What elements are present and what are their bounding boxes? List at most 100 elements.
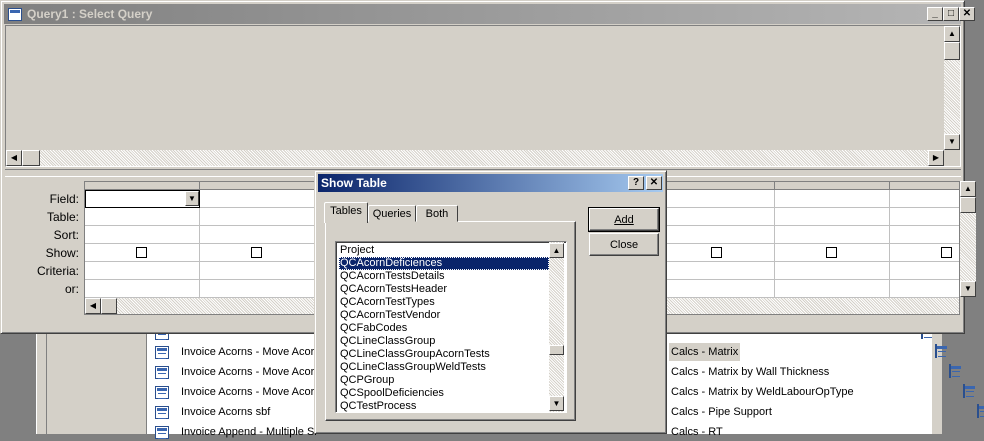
scroll-thumb[interactable] (960, 197, 976, 213)
add-button[interactable]: Add (588, 207, 660, 232)
list-item[interactable]: QCLineClassGroupAcornTests (339, 348, 549, 361)
sort-cell[interactable] (660, 226, 775, 244)
database-objects-bar (46, 334, 146, 434)
table-cell[interactable] (660, 208, 775, 226)
table-cell[interactable] (890, 208, 959, 226)
scroll-right-button[interactable]: ▶ (928, 150, 944, 166)
list-item[interactable]: QCLineClassGroup (339, 335, 549, 348)
show-checkbox[interactable] (136, 247, 147, 258)
scroll-thumb[interactable] (101, 298, 117, 314)
scroll-left-button[interactable]: ◀ (6, 150, 22, 166)
close-icon[interactable]: ✕ (646, 176, 662, 190)
scroll-left-button[interactable]: ◀ (85, 298, 101, 314)
list-item[interactable]: QCAcornTestsDetails (339, 270, 549, 283)
scroll-up-button[interactable]: ▲ (944, 26, 960, 42)
sort-cell[interactable] (85, 226, 200, 244)
or-cell[interactable] (775, 280, 890, 298)
list-item[interactable]: Project (339, 244, 549, 257)
table-cell[interactable] (775, 208, 890, 226)
show-checkbox[interactable] (941, 247, 952, 258)
list-item[interactable]: Invoice Append - Multiple Sl (155, 423, 317, 441)
criteria-cell[interactable] (200, 262, 315, 280)
row-label-table: Table: (46, 210, 79, 224)
criteria-cell[interactable] (660, 262, 775, 280)
help-button[interactable]: ? (628, 176, 644, 190)
list-item[interactable]: Invoice Acorns sbf (155, 403, 270, 421)
sort-cell[interactable] (200, 226, 315, 244)
criteria-cell[interactable] (890, 262, 959, 280)
sort-cell[interactable] (890, 226, 959, 244)
scroll-up-button[interactable]: ▲ (549, 243, 564, 258)
query-icon (935, 344, 937, 358)
or-cell[interactable] (660, 280, 775, 298)
show-checkbox[interactable] (826, 247, 837, 258)
column-selector[interactable] (200, 182, 315, 190)
list-item[interactable]: QCAcornTestVendor (339, 309, 549, 322)
field-cell[interactable] (200, 190, 315, 208)
scroll-up-button[interactable]: ▲ (960, 181, 976, 197)
maximize-button[interactable]: □ (943, 7, 959, 21)
or-cell[interactable] (200, 280, 315, 298)
design-grid-labels: Field: Table: Sort: Show: Criteria: or: (5, 181, 85, 298)
list-item[interactable]: QCAcornTestTypes (339, 296, 549, 309)
query-window-titlebar[interactable]: Query1 : Select Query _ □ (4, 4, 961, 24)
scroll-thumb[interactable] (944, 42, 960, 60)
field-cell[interactable] (890, 190, 959, 208)
list-item-label: Invoice Append - Multiple Sl (181, 426, 317, 438)
list-item[interactable]: Calcs - Matrix by WeldLabourOpType (671, 383, 854, 401)
column-selector[interactable] (890, 182, 959, 190)
list-item-label: Calcs - Matrix by Wall Thickness (671, 366, 830, 378)
chevron-down-icon[interactable]: ▼ (185, 191, 199, 206)
list-item-label: Calcs - Pipe Support (671, 406, 772, 418)
row-label-show: Show: (45, 246, 79, 260)
query-icon (963, 384, 965, 398)
sort-cell[interactable] (775, 226, 890, 244)
or-cell[interactable] (890, 280, 959, 298)
tab-tables[interactable]: Tables (324, 202, 368, 223)
scroll-thumb[interactable] (22, 150, 40, 166)
list-item[interactable]: QCLineClassGroupWeldTests (339, 361, 549, 374)
list-item[interactable]: QCSpoolDeficiencies (339, 387, 549, 400)
list-item[interactable]: Calcs - Matrix (669, 343, 741, 361)
tab-queries[interactable]: Queries (368, 205, 416, 222)
scroll-down-button[interactable]: ▼ (549, 396, 564, 411)
scroll-down-button[interactable]: ▼ (944, 134, 960, 150)
scroll-thumb[interactable] (549, 345, 564, 355)
or-cell[interactable] (85, 280, 200, 298)
minimize-button[interactable]: _ (927, 7, 943, 21)
field-cell[interactable] (775, 190, 890, 208)
field-cell[interactable]: ▼ (85, 190, 200, 208)
table-cell[interactable] (200, 208, 315, 226)
list-item[interactable]: Invoice Acorns - Move Acorn (155, 363, 320, 381)
list-item-selected[interactable]: QCAcornDeficiences (339, 257, 549, 270)
dialog-titlebar[interactable]: Show Table ? ✕ (318, 174, 663, 192)
tab-both[interactable]: Both (416, 205, 458, 222)
close-button[interactable]: Close (589, 233, 659, 256)
criteria-cell[interactable] (775, 262, 890, 280)
close-button[interactable]: ✕ (959, 7, 975, 21)
list-item[interactable]: QCPGroup (339, 374, 549, 387)
list-item[interactable]: Invoice Acorns - Move Acorn (155, 343, 320, 361)
scroll-down-button[interactable]: ▼ (960, 281, 976, 297)
column-selector[interactable] (775, 182, 890, 190)
query-icon (8, 7, 22, 21)
column-selector[interactable] (85, 182, 200, 190)
field-cell[interactable] (660, 190, 775, 208)
list-item[interactable]: Calcs - Pipe Support (671, 403, 772, 421)
criteria-cell[interactable] (85, 262, 200, 280)
show-checkbox[interactable] (711, 247, 722, 258)
list-item[interactable]: Calcs - Matrix by Wall Thickness (671, 363, 829, 381)
show-checkbox[interactable] (251, 247, 262, 258)
table-pane[interactable]: ▲ ▼ ◀ ▶ (5, 25, 961, 167)
list-item[interactable]: Invoice Acorns - Move Acorn (155, 383, 320, 401)
column-selector[interactable] (660, 182, 775, 190)
list-item[interactable]: QCTestProcess (339, 400, 549, 412)
vertical-scrollbar[interactable] (549, 242, 564, 412)
horizontal-scrollbar[interactable] (6, 150, 944, 166)
list-item[interactable]: QCAcornTestsHeader (339, 283, 549, 296)
list-item[interactable]: QCFabCodes (339, 322, 549, 335)
list-item[interactable]: Calcs - RT (671, 423, 723, 441)
table-cell[interactable] (85, 208, 200, 226)
query-icon (949, 364, 951, 378)
table-list[interactable]: Project QCAcornDeficiences QCAcornTestsD… (335, 241, 567, 413)
